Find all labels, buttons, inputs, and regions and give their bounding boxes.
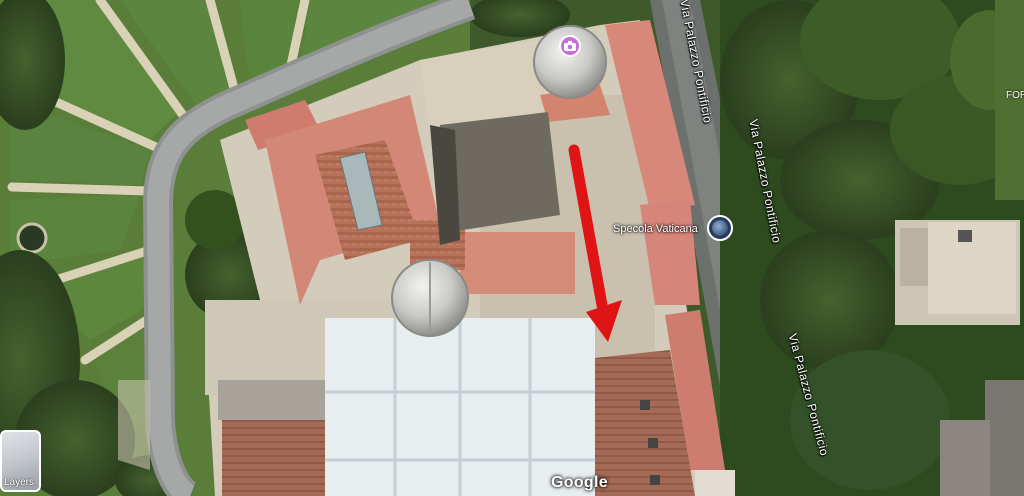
observatory-pin-icon[interactable]	[707, 215, 733, 241]
poi-label-specola-vaticana[interactable]: Specola Vaticana	[613, 223, 698, 235]
layers-label: Layers	[4, 477, 35, 488]
map-view[interactable]: Specola Vaticana Via Palazzo Pontificio …	[0, 0, 1024, 496]
camera-icon[interactable]	[559, 35, 581, 57]
layers-button[interactable]: Layers	[0, 430, 41, 492]
satellite-imagery	[0, 0, 1024, 496]
edge-label: FOR	[1006, 90, 1024, 101]
google-logo: Google	[551, 474, 608, 491]
